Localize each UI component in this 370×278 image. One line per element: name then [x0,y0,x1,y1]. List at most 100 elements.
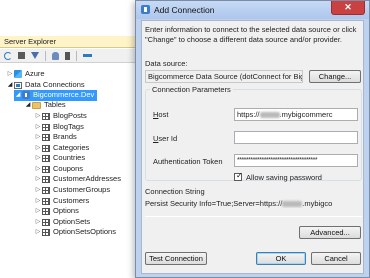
connection-string-label: Connection String [145,187,205,196]
table-icon [42,175,50,183]
allow-saving-password-label[interactable]: Allow saving password [246,173,322,182]
cancel-button[interactable]: Cancel [311,252,361,265]
tree-item-label: Countries [53,153,86,162]
allow-saving-password-checkbox[interactable]: ✓ [234,171,243,181]
tree-item-tables[interactable]: ◢ Tables [24,100,66,111]
tree-item-table[interactable]: ▷ OptionSets [34,217,90,228]
tree-item-label: Coupons [53,164,84,173]
table-icon [42,228,50,236]
server-explorer-toolbar [0,49,140,63]
dialog-titlebar[interactable]: Add Connection ✕ [136,1,369,19]
server-explorer-panel: Server Explorer ▷ Azure ◢ Data Connectio… [0,36,140,278]
tree-item-table[interactable]: ▷ BlogTags [34,122,84,133]
table-icon [42,165,50,173]
connection-string-value: Persist Security Info=True;Server=https:… [145,199,361,208]
connect-azure-icon[interactable] [83,54,92,57]
tree-item-table[interactable]: ▷ Brands [34,132,77,143]
connect-server-icon[interactable] [65,51,70,60]
add-connection-dialog: Add Connection ✕ Enter information to co… [135,0,370,278]
expand-arrow-icon[interactable]: ▷ [34,132,42,143]
collapse-arrow-icon[interactable]: ◢ [14,90,22,101]
tree-item-label: CustomerGroups [53,185,111,194]
checkmark-icon: ✓ [236,171,243,180]
collapse-arrow-icon[interactable]: ◢ [6,80,14,91]
redacted-block [282,201,303,208]
tree-item-table[interactable]: ▷ Coupons [34,164,83,175]
refresh-icon[interactable] [4,51,12,60]
tree-item-table[interactable]: ▷ BlogPosts [34,111,87,122]
expand-arrow-icon[interactable]: ▷ [34,217,42,228]
data-connections-icon [14,81,22,89]
tree-item-label: Categories [53,143,90,152]
expand-arrow-icon[interactable]: ▷ [34,122,42,133]
table-icon [42,154,50,162]
advanced-button[interactable]: Advanced... [299,226,361,239]
folder-icon [32,101,41,109]
expand-arrow-icon[interactable]: ▷ [6,69,14,80]
expand-arrow-icon[interactable]: ▷ [34,206,42,217]
host-label-rest: ost [158,110,169,119]
redacted-block [259,112,280,119]
expand-arrow-icon[interactable]: ▷ [34,174,42,185]
divider [145,216,362,217]
tree-item-azure[interactable]: ▷ Azure [6,69,45,80]
dialog-body: Enter information to connect to the sele… [141,20,364,274]
tree-item-label: Brands [53,132,77,141]
table-icon [42,144,50,152]
expand-arrow-icon[interactable]: ▷ [34,196,42,207]
expand-arrow-icon[interactable]: ▷ [34,111,42,122]
tree-item-table[interactable]: ▷ Categories [34,143,90,154]
ok-button[interactable]: OK [256,252,306,265]
tree-item-table[interactable]: ▷ CustomerAddresses [34,174,121,185]
table-icon [42,186,50,194]
tree-item-table[interactable]: ▷ Options [34,206,79,217]
close-button[interactable]: ✕ [331,1,365,15]
connect-database-icon[interactable] [52,51,59,60]
tree-item-label: Tables [44,100,66,109]
data-source-label: Data source: [145,59,188,68]
tree-item-label: Options [53,206,79,215]
tree-item-table[interactable]: ▷ Countries [34,153,85,164]
tree-item-label: OptionSets [53,217,91,226]
host-value-suffix: .mybigcommerc [279,110,333,119]
database-connection-icon [141,5,150,14]
expand-arrow-icon[interactable]: ▷ [34,143,42,154]
host-field[interactable]: https:// .mybigcommerc [234,108,358,121]
toolbar-separator [45,50,46,61]
tree-item-label: Azure [25,69,45,78]
change-button[interactable]: Change... [309,70,361,83]
auth-token-field[interactable]: ************************************ [234,154,358,167]
collapse-arrow-icon[interactable]: ◢ [24,100,32,111]
data-source-field: Bigcommerce Data Source (dotConnect for … [145,70,303,83]
expand-arrow-icon[interactable]: ▷ [34,164,42,175]
database-connection-icon [22,91,30,100]
tree-item-data-connections[interactable]: ◢ Data Connections [6,80,85,91]
host-label: Host [153,110,169,119]
user-id-field[interactable] [234,131,358,144]
expand-arrow-icon[interactable]: ▷ [34,185,42,196]
tree-item-bigcommerce-dev[interactable]: ◢ Bigcommerce.Dev [14,90,98,101]
intro-text: Enter information to connect to the sele… [145,25,357,44]
tree-item-label: BlogTags [53,122,84,131]
filter-icon[interactable] [31,52,39,59]
test-connection-button[interactable]: Test Connection [145,252,207,265]
azure-icon [14,70,22,79]
stop-icon[interactable] [18,52,25,59]
table-icon [42,112,50,120]
tree-item-table[interactable]: ▷ CustomerGroups [34,185,110,196]
table-icon [42,218,50,226]
user-id-label-rest: ser Id [158,134,178,143]
expand-arrow-icon[interactable]: ▷ [34,227,42,238]
tree-item-table[interactable]: ▷ Customers [34,196,90,207]
user-id-label: User Id [153,134,178,143]
tree-item-label: OptionSetsOptions [53,227,116,236]
server-explorer-title: Server Explorer [0,36,140,48]
tree-item-label: Bigcommerce.Dev [33,90,95,99]
tree-item-label: CustomerAddresses [53,174,121,183]
tree-item-label: Customers [53,196,90,205]
table-icon [42,133,50,141]
connection-parameters-label: Connection Parameters [150,85,233,94]
expand-arrow-icon[interactable]: ▷ [34,153,42,164]
auth-token-label: Authentication Token [153,157,223,166]
tree-item-table[interactable]: ▷ OptionSetsOptions [34,227,116,238]
